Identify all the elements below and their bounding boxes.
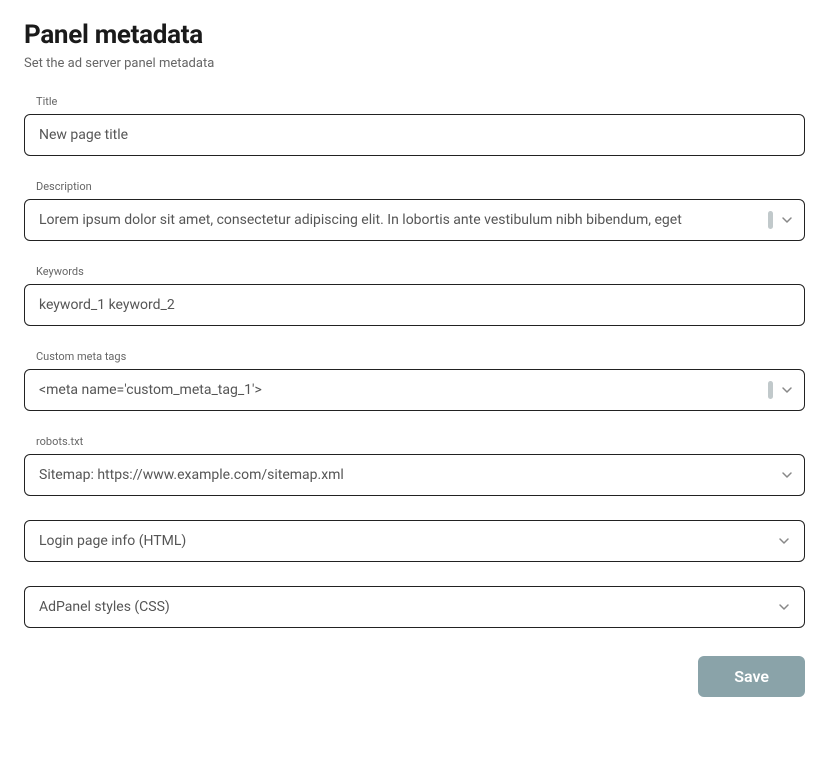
login-page-collapse-label: Login page info (HTML): [39, 533, 186, 549]
custom-meta-controls: [768, 381, 793, 399]
description-label: Description: [36, 180, 805, 193]
description-input[interactable]: [24, 199, 805, 241]
custom-meta-label: Custom meta tags: [36, 350, 805, 363]
adpanel-styles-collapse[interactable]: AdPanel styles (CSS): [24, 586, 805, 628]
page-title: Panel metadata: [24, 20, 805, 50]
adpanel-styles-collapse-group: AdPanel styles (CSS): [24, 586, 805, 628]
description-controls: [768, 211, 793, 229]
custom-meta-field-group: Custom meta tags: [24, 350, 805, 411]
robots-label: robots.txt: [36, 435, 805, 448]
chevron-down-icon: [778, 601, 790, 613]
custom-meta-input[interactable]: [24, 369, 805, 411]
page-subtitle: Set the ad server panel metadata: [24, 56, 805, 71]
robots-controls: [781, 469, 793, 481]
drag-handle-icon[interactable]: [768, 381, 773, 399]
robots-field-group: robots.txt: [24, 435, 805, 496]
keywords-input[interactable]: [24, 284, 805, 326]
chevron-down-icon[interactable]: [781, 469, 793, 481]
description-field-group: Description: [24, 180, 805, 241]
chevron-down-icon[interactable]: [781, 214, 793, 226]
save-button[interactable]: Save: [698, 656, 805, 697]
adpanel-styles-collapse-label: AdPanel styles (CSS): [39, 599, 170, 615]
title-input[interactable]: [24, 114, 805, 156]
actions-row: Save: [24, 656, 805, 697]
chevron-down-icon: [778, 535, 790, 547]
title-label: Title: [36, 95, 805, 108]
keywords-label: Keywords: [36, 265, 805, 278]
drag-handle-icon[interactable]: [768, 211, 773, 229]
login-page-collapse[interactable]: Login page info (HTML): [24, 520, 805, 562]
keywords-field-group: Keywords: [24, 265, 805, 326]
login-page-collapse-group: Login page info (HTML): [24, 520, 805, 562]
title-field-group: Title: [24, 95, 805, 156]
robots-input[interactable]: [24, 454, 805, 496]
chevron-down-icon[interactable]: [781, 384, 793, 396]
